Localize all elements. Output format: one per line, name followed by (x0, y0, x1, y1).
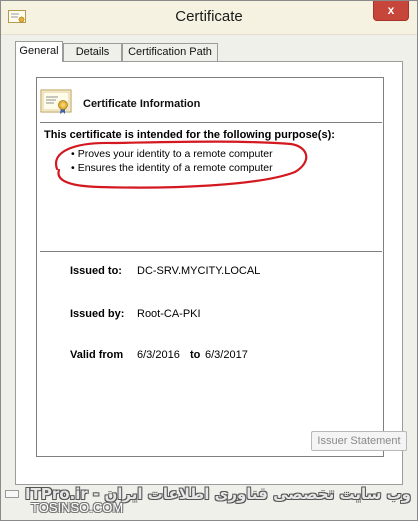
info-title: Certificate Information (83, 98, 201, 110)
divider (40, 251, 382, 252)
window-title: Certificate (175, 8, 243, 25)
title-bar[interactable]: Certificate x (1, 1, 417, 35)
tab-general[interactable]: General (15, 41, 63, 62)
resize-grip-icon[interactable] (5, 490, 19, 498)
divider (40, 122, 382, 123)
issued-to-value: DC-SRV.MYCITY.LOCAL (137, 265, 261, 277)
valid-to-label: to (190, 349, 201, 361)
certificate-info-box: Certificate Information This certificate… (36, 77, 407, 457)
certificate-window: Certificate x General Details Certificat… (0, 0, 418, 521)
issuer-statement-button[interactable]: Issuer Statement (311, 431, 407, 451)
tab-details[interactable]: Details (63, 43, 122, 61)
close-button[interactable]: x (373, 1, 409, 21)
red-highlight-annotation (54, 140, 308, 189)
issued-by-value: Root-CA-PKI (137, 308, 201, 320)
issued-to-label: Issued to: (70, 265, 122, 277)
issued-by-label: Issued by: (70, 308, 125, 320)
valid-from-label: Valid from (70, 349, 124, 361)
valid-from-value: 6/3/2016 (137, 349, 180, 361)
certificate-ribbon-icon (40, 89, 72, 114)
general-tab-panel: Certificate Information This certificate… (15, 61, 407, 485)
tab-certification-path[interactable]: Certification Path (122, 43, 218, 61)
watermark-english: TOSINSO.COM (31, 500, 124, 515)
valid-to-value: 6/3/2017 (205, 349, 248, 361)
